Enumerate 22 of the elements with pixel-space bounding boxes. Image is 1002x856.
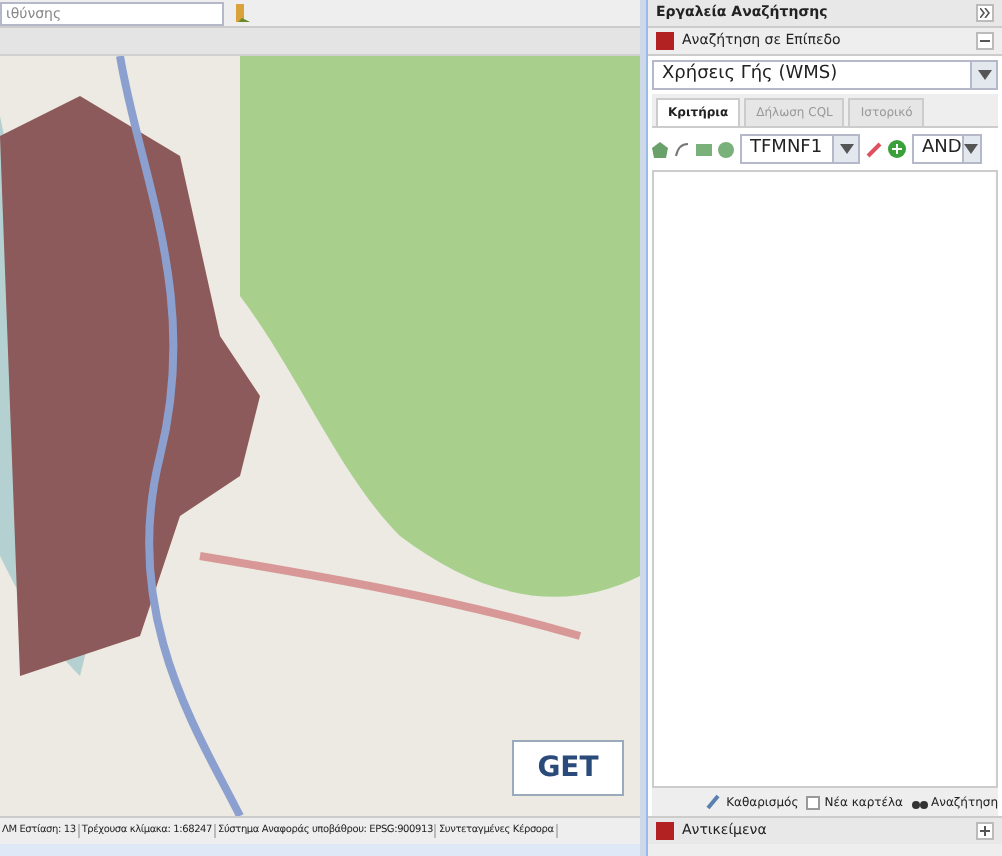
operator-select[interactable]: AND [912,134,982,164]
layer-icon [656,32,674,50]
rectangle-icon[interactable] [696,141,712,157]
caret-icon [977,70,991,80]
layer-select[interactable]: Χρήσεις Γής (WMS) [652,60,998,90]
circle-icon[interactable] [718,141,734,157]
map-view[interactable]: GET [0,56,640,816]
collapse-button[interactable] [976,4,994,22]
expand-button[interactable] [976,822,994,840]
map-logo: GET [512,740,624,796]
caret-icon [964,144,979,154]
layer-icon [656,822,674,840]
line-icon[interactable] [674,141,690,157]
caret-icon [839,144,853,154]
shape-icon[interactable] [652,141,668,157]
section-toggle-button[interactable] [976,32,994,50]
eraser-icon[interactable] [866,141,882,157]
add-icon[interactable] [888,140,906,158]
attribute-select[interactable]: TFMNF1 [740,134,860,164]
binoculars-icon [911,795,927,809]
double-chevron-icon [980,8,990,18]
new-tab-checkbox[interactable] [806,795,821,809]
